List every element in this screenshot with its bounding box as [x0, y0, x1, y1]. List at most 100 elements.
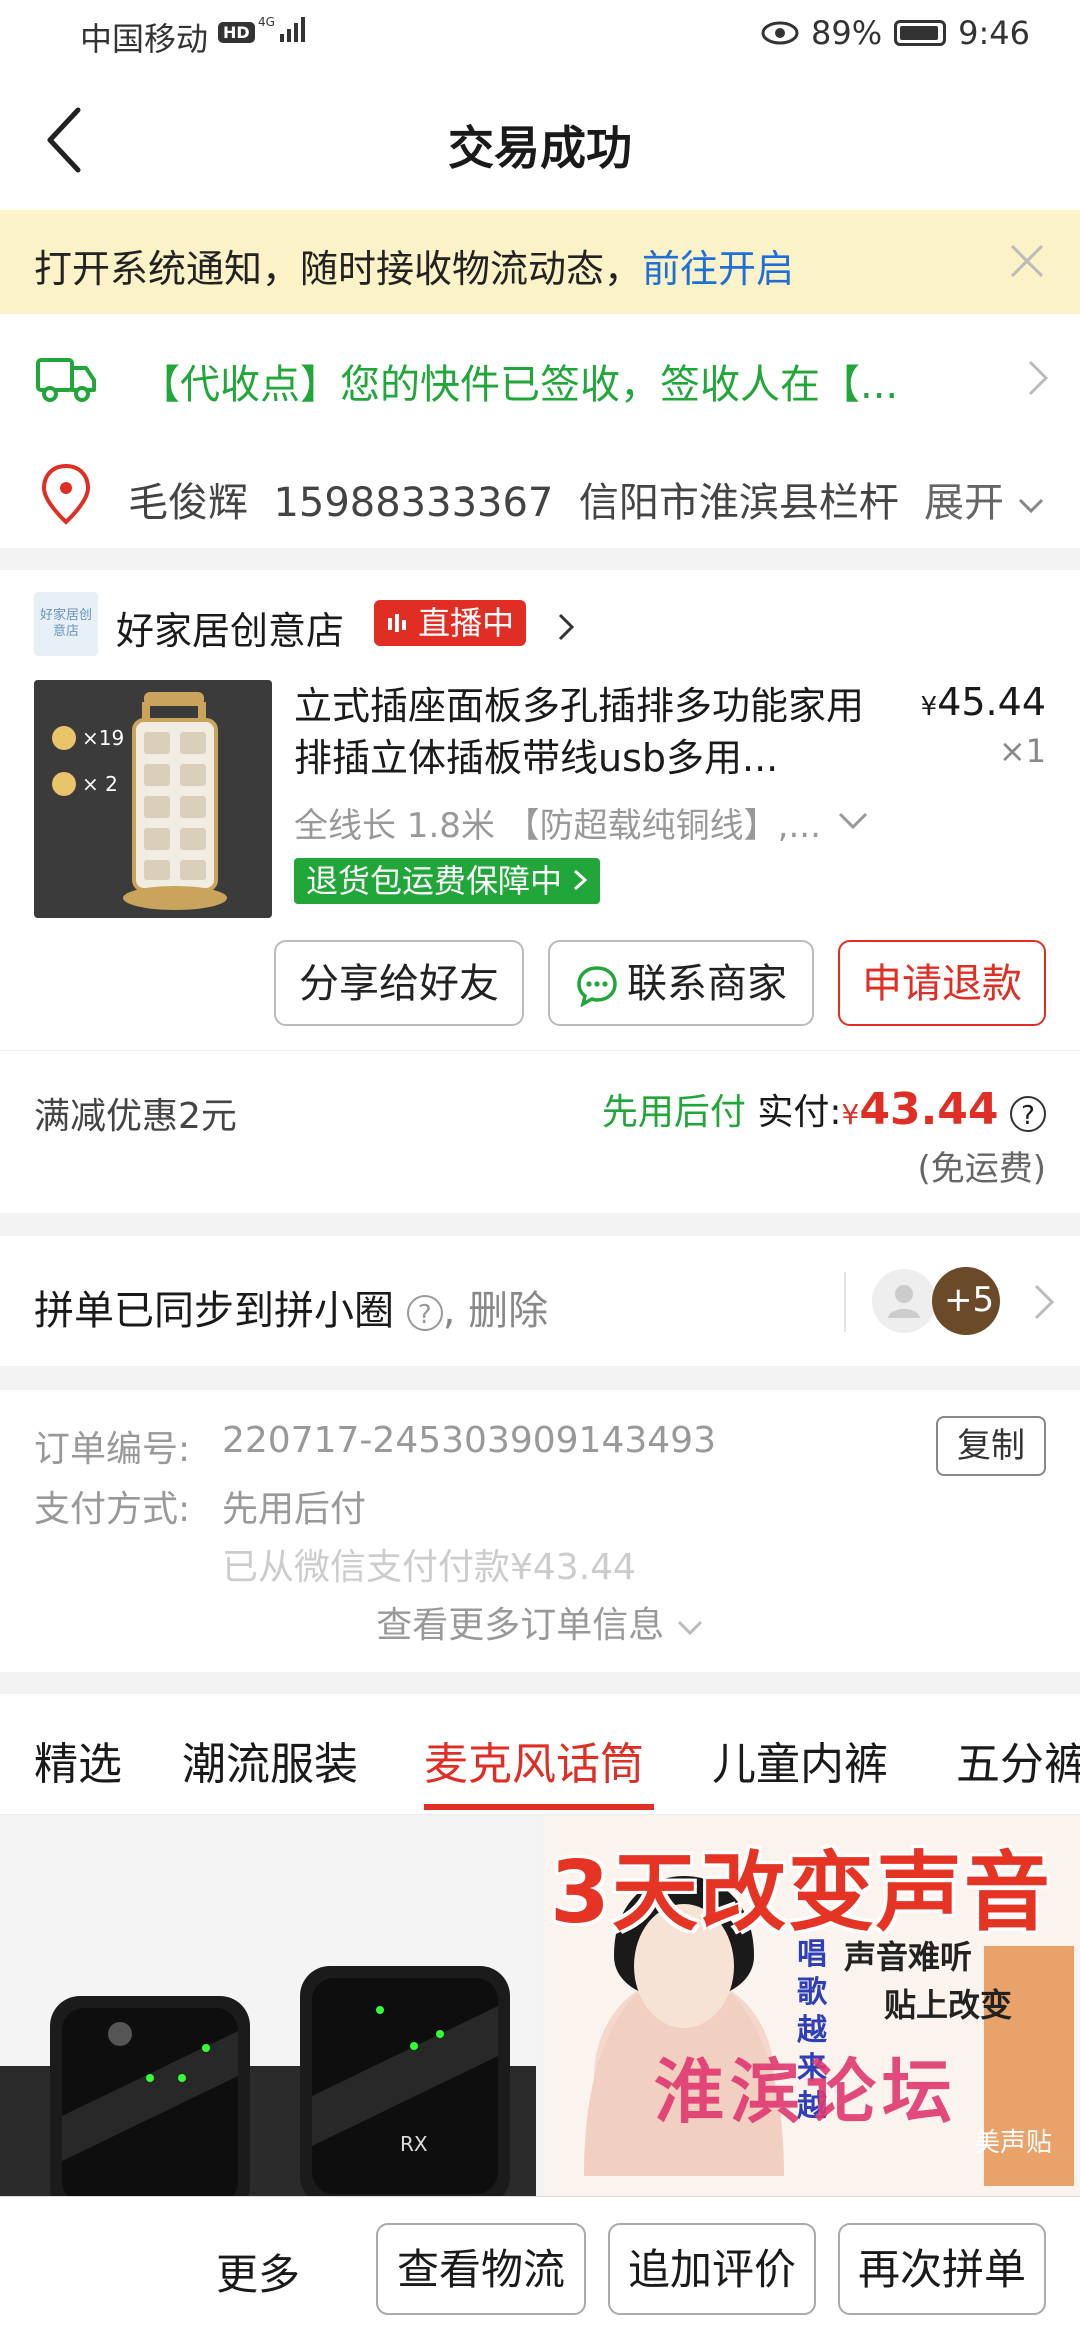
- discount-text: 满减优惠2元: [34, 1096, 237, 1137]
- expand-address-button[interactable]: 展开: [924, 470, 1045, 528]
- promo-line1: 声音难听: [844, 1938, 973, 1976]
- promo-title: 3天改变声音: [550, 1843, 1052, 1943]
- recipient-address: 信阳市淮滨县栏杆: [578, 480, 899, 526]
- tab-featured[interactable]: 精选: [34, 1728, 122, 1792]
- svg-text:4G: 4G: [258, 15, 275, 29]
- return-shipping-badge[interactable]: 退货包运费保障中: [294, 858, 601, 904]
- logistics-row[interactable]: 【代收点】您的快件已签收，签收人在【...: [0, 314, 1080, 441]
- tab-kids-underwear[interactable]: 儿童内裤: [712, 1728, 888, 1792]
- sync-label: 拼单已同步到拼小圈: [34, 1288, 394, 1334]
- paid-amount: 先用后付 实付:¥43.44 ? (免运费): [602, 1083, 1046, 1190]
- signal-icon: 4G: [258, 14, 308, 49]
- status-bar: 中国移动 HD 4G 89% 9:46: [0, 0, 1080, 72]
- help-icon[interactable]: ?: [406, 1295, 443, 1331]
- pay-method: 先用后付: [222, 1489, 367, 1530]
- product-card-voice-patch[interactable]: 3天改变声音 声音难听 贴上改变 唱歌越来越 淮滨论坛 美声贴: [544, 1816, 1080, 2196]
- chevron-down-icon[interactable]: [836, 810, 870, 832]
- recipient-name: 毛俊辉: [128, 480, 248, 526]
- notification-text: 打开系统通知，随时接收物流动态，前往开启: [34, 238, 794, 293]
- paid-currency: ¥: [841, 1098, 860, 1131]
- copy-button[interactable]: 复制: [936, 1416, 1046, 1476]
- nav-header: 交易成功: [0, 72, 1080, 211]
- see-more-label: 查看更多订单信息: [376, 1605, 665, 1646]
- address-row[interactable]: 毛俊辉 15988333367 信阳市淮滨县栏杆 展开: [0, 440, 1080, 548]
- chevron-right-icon[interactable]: [556, 612, 576, 642]
- battery-percent: 89%: [811, 14, 883, 52]
- page-title: 交易成功: [448, 121, 632, 175]
- shipping-note: (免运费): [917, 1149, 1046, 1189]
- product-grid: RX 3天改变声音 声音难听 贴上改变 唱歌越来越 淮滨论坛 美声贴: [0, 1816, 1080, 2196]
- eye-icon: [761, 21, 799, 45]
- promo-line2: 贴上改变: [884, 1986, 1013, 2024]
- store-name[interactable]: 好家居创意店: [116, 600, 344, 655]
- order-card: 好家居创意店 好家居创意店 直播中 ×19 × 2 立式插座面板多孔插排多功能家…: [0, 570, 1080, 1050]
- close-icon[interactable]: [1004, 238, 1050, 284]
- share-button[interactable]: 分享给好友: [274, 940, 524, 1026]
- tab-shorts[interactable]: 五分裤: [956, 1728, 1080, 1792]
- contact-seller-button[interactable]: 联系商家: [548, 940, 814, 1026]
- price-value: 45.44: [937, 680, 1046, 724]
- expand-label: 展开: [924, 480, 1004, 526]
- address-text: 毛俊辉 15988333367 信阳市淮滨县栏杆: [128, 470, 918, 528]
- truck-icon: [36, 358, 96, 402]
- product-price: ¥45.44: [921, 680, 1046, 724]
- bottom-action-bar: 更多 查看物流 追加评价 再次拼单: [0, 2196, 1080, 2341]
- microphone-product-image: [0, 1816, 536, 2196]
- clock: 9:46: [958, 14, 1030, 52]
- image-label-1: ×19: [82, 726, 125, 750]
- product-card-microphone[interactable]: RX: [0, 1816, 536, 2196]
- device-label: RX: [400, 2132, 428, 2156]
- product-image[interactable]: ×19 × 2: [34, 680, 272, 918]
- status-right: 89% 9:46: [761, 14, 1030, 52]
- hd-icon: HD: [218, 22, 255, 43]
- chevron-right-icon[interactable]: [1030, 1282, 1056, 1322]
- avatar-group[interactable]: +5: [868, 1266, 1008, 1336]
- chevron-down-icon: [677, 1620, 702, 1636]
- order-info: 订单编号: 220717-245303909143493 复制 支付方式: 先用…: [0, 1390, 1080, 1672]
- view-logistics-button[interactable]: 查看物流: [376, 2223, 586, 2315]
- chevron-down-icon: [1018, 498, 1043, 514]
- promo-watermark: 淮滨论坛: [654, 2051, 958, 2133]
- tab-fashion[interactable]: 潮流服装: [182, 1728, 358, 1792]
- order-number-label: 订单编号:: [34, 1429, 191, 1470]
- location-pin-icon: [41, 463, 91, 525]
- category-tabs: 精选 潮流服装 麦克风话筒 儿童内裤 五分裤: [0, 1694, 1080, 1815]
- order-number: 220717-245303909143493: [222, 1420, 716, 1461]
- chevron-right-icon: [1028, 360, 1049, 396]
- product-quantity: ×1: [998, 732, 1046, 770]
- divider: [844, 1272, 846, 1332]
- delete-link[interactable]: , 删除: [443, 1288, 548, 1334]
- image-label-2: × 2: [82, 772, 118, 796]
- carrier-label: 中国移动: [80, 20, 209, 58]
- paid-value: 43.44: [859, 1084, 999, 1135]
- see-more-order-info[interactable]: 查看更多订单信息: [0, 1596, 1080, 1648]
- live-label: 直播中: [418, 604, 515, 642]
- pay-method-label: 支付方式:: [34, 1489, 191, 1530]
- live-icon: [388, 614, 406, 632]
- price-currency: ¥: [920, 692, 938, 722]
- contact-label: 联系商家: [627, 961, 787, 1007]
- chevron-right-icon: [574, 869, 588, 891]
- avatar-count: +5: [944, 1280, 995, 1320]
- live-badge[interactable]: 直播中: [374, 600, 527, 646]
- refund-button[interactable]: 申请退款: [838, 940, 1046, 1026]
- tab-microphone[interactable]: 麦克风话筒: [424, 1728, 644, 1792]
- notification-banner: 打开系统通知，随时接收物流动态，前往开启: [0, 210, 1080, 314]
- more-button[interactable]: 更多: [216, 2241, 300, 2302]
- battery-icon: [894, 20, 947, 46]
- recipient-phone: 15988333367: [273, 480, 554, 526]
- product-spec[interactable]: 全线长 1.8米 【防超载纯铜线】,...: [294, 798, 854, 847]
- chat-icon: [577, 966, 617, 1008]
- store-logo[interactable]: 好家居创意店: [34, 592, 98, 656]
- pin-circle-row: 拼单已同步到拼小圈 ?, 删除 +5: [0, 1236, 1080, 1366]
- enable-notifications-link[interactable]: 前往开启: [642, 247, 794, 291]
- rebuy-button[interactable]: 再次拼单: [838, 2223, 1046, 2315]
- pay-later-label: 先用后付: [601, 1092, 746, 1133]
- badge-label: 退货包运费保障中: [306, 862, 563, 900]
- notification-message: 打开系统通知，随时接收物流动态，: [34, 247, 643, 291]
- help-icon[interactable]: ?: [1010, 1096, 1046, 1132]
- product-title[interactable]: 立式插座面板多孔插排多功能家用排插立体插板带线usb多用...: [294, 680, 874, 784]
- paid-note: 已从微信支付付款¥43.44: [222, 1547, 636, 1588]
- add-review-button[interactable]: 追加评价: [608, 2223, 816, 2315]
- active-tab-indicator: [424, 1804, 654, 1810]
